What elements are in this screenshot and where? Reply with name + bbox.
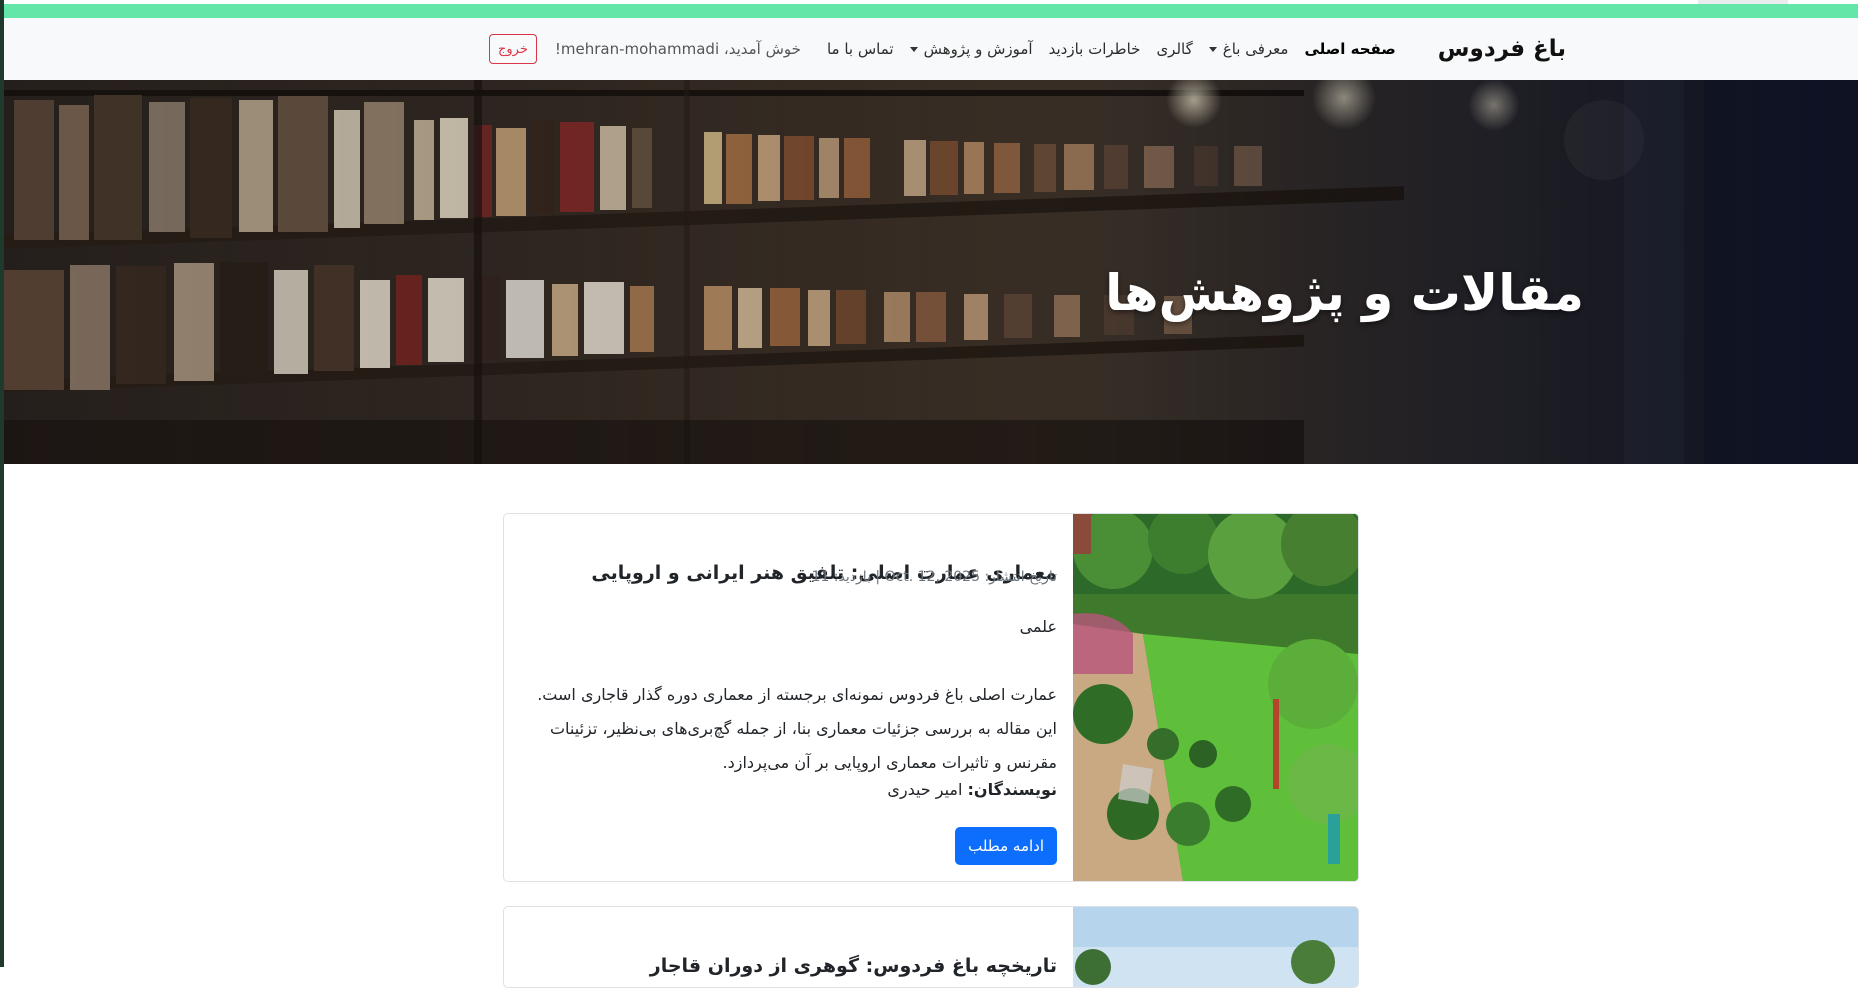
article-authors: نویسندگان: امیر حیدری bbox=[887, 780, 1057, 799]
read-more-button[interactable]: ادامه مطلب bbox=[955, 827, 1057, 865]
article-meta: تاریخ انتشار: Oct. 12, 2025 | بازدید: 11 bbox=[811, 569, 1057, 585]
top-accent-bar bbox=[4, 0, 1858, 18]
page-title: مقالات و پژوهش‌ها bbox=[1105, 263, 1584, 322]
nav-item-contact[interactable]: تماس با ما bbox=[827, 40, 894, 58]
article-card: معماری عمارت اصلی: تلفیق هنر ایرانی و ار… bbox=[503, 513, 1359, 882]
nav-item-home[interactable]: صفحه اصلی bbox=[1304, 40, 1395, 58]
hero-banner: مقالات و پژوهش‌ها bbox=[4, 80, 1858, 464]
authors-value: امیر حیدری bbox=[887, 780, 963, 799]
article-category: علمی bbox=[1019, 617, 1057, 636]
brand-logo[interactable]: باغ فردوس bbox=[1438, 36, 1566, 62]
nav-item-memories[interactable]: خاطرات بازدید bbox=[1049, 40, 1141, 58]
garden-image bbox=[1073, 514, 1358, 881]
nav-item-about-garden[interactable]: معرفی باغ bbox=[1208, 40, 1288, 58]
nav-item-education-research[interactable]: آموزش و پژوهش bbox=[909, 40, 1033, 58]
chevron-down-icon bbox=[909, 46, 918, 52]
logout-button[interactable]: خروج bbox=[488, 34, 537, 64]
article-card: تاریخچه باغ فردوس: گوهری از دوران قاجار bbox=[503, 906, 1359, 988]
chevron-down-icon bbox=[1208, 46, 1217, 52]
nav-item-gallery[interactable]: گالری bbox=[1156, 40, 1192, 58]
welcome-text: خوش آمدید، mehran-mohammadi! bbox=[554, 40, 801, 58]
article-summary: عمارت اصلی باغ فردوس نمونه‌ای برجسته از … bbox=[537, 685, 1057, 772]
article-title[interactable]: تاریخچه باغ فردوس: گوهری از دوران قاجار bbox=[650, 955, 1057, 977]
authors-label: نویسندگان: bbox=[967, 780, 1057, 799]
garden-image bbox=[1073, 907, 1358, 987]
navbar: باغ فردوس صفحه اصلی معرفی باغ گالری خاطر… bbox=[4, 18, 1858, 81]
